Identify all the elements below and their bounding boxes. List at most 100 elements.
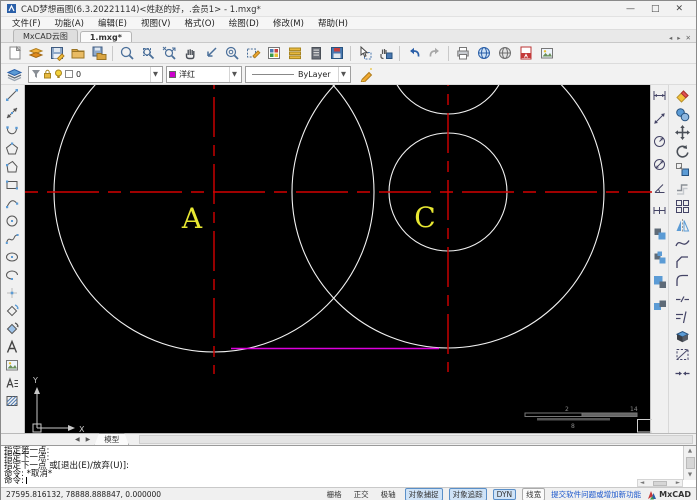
- maximize-button[interactable]: □: [651, 4, 660, 14]
- feedback-link[interactable]: 提交软件问题或增加新功能: [551, 489, 641, 500]
- ellipse-tool-button[interactable]: [4, 249, 20, 265]
- toggle-ortho[interactable]: 正交: [351, 489, 372, 500]
- join-button[interactable]: [674, 365, 691, 382]
- layer-dropdown-arrow-icon[interactable]: ▼: [150, 66, 160, 82]
- scroll-up-icon[interactable]: ▲: [688, 447, 692, 455]
- palette-button[interactable]: [263, 44, 284, 63]
- tab-mxcad-cloud[interactable]: MxCAD云图: [13, 29, 78, 42]
- menu-help[interactable]: 帮助(H): [311, 17, 355, 29]
- copy-button[interactable]: [674, 106, 691, 123]
- scrollbar-thumb[interactable]: [653, 480, 667, 486]
- toggle-otrack[interactable]: 对象追踪: [448, 488, 487, 500]
- color-dropdown-arrow-icon[interactable]: ▼: [229, 66, 239, 82]
- block-insert-tool-button[interactable]: [4, 321, 20, 337]
- open-folder-button[interactable]: [67, 44, 88, 63]
- undo-button[interactable]: [403, 44, 424, 63]
- construction-line-tool-button[interactable]: [4, 105, 20, 121]
- draw-style-button[interactable]: [355, 65, 376, 84]
- line-tool-button[interactable]: [4, 87, 20, 103]
- toggle-osnap[interactable]: 对象捕捉: [404, 488, 443, 500]
- scroll-left-icon[interactable]: ◄: [640, 479, 644, 487]
- text-styles-button[interactable]: [284, 44, 305, 63]
- copy-squares-1-button[interactable]: [652, 226, 668, 242]
- menu-file[interactable]: 文件(F): [5, 17, 48, 29]
- web-publish-button[interactable]: [473, 44, 494, 63]
- dim-continue-button[interactable]: [652, 203, 667, 218]
- minimize-button[interactable]: —: [626, 4, 635, 14]
- command-window[interactable]: 指定第一点: 指定下一点: 指定下一点 或[退出(E)/放弃(U)]: 命令: …: [1, 445, 696, 487]
- menu-modify[interactable]: 修改(M): [266, 17, 311, 29]
- block-create-tool-button[interactable]: [4, 303, 20, 319]
- scroll-down-icon[interactable]: ▼: [688, 471, 692, 479]
- erase-button[interactable]: [674, 87, 691, 104]
- new-file-button[interactable]: [4, 44, 25, 63]
- array-button[interactable]: [674, 198, 691, 215]
- redo-button[interactable]: [424, 44, 445, 63]
- copy-squares-3-button[interactable]: [652, 274, 668, 290]
- menu-function[interactable]: 功能(A): [48, 17, 91, 29]
- toggle-dyn[interactable]: DYN: [492, 489, 517, 500]
- linetype-dropdown-arrow-icon[interactable]: ▼: [338, 66, 348, 82]
- offset-button[interactable]: [674, 180, 691, 197]
- zoom-object-button[interactable]: [221, 44, 242, 63]
- command-horizontal-scrollbar[interactable]: ◄ ►: [637, 479, 683, 487]
- dim-linear-button[interactable]: [652, 88, 667, 103]
- dim-angular-button[interactable]: [652, 180, 667, 195]
- dim-aligned-button[interactable]: [652, 111, 667, 126]
- mtext-tool-button[interactable]: [4, 375, 20, 391]
- zoom-window-button[interactable]: [137, 44, 158, 63]
- chamfer-button[interactable]: [674, 254, 691, 271]
- toggle-polar[interactable]: 极轴: [378, 489, 399, 500]
- web-browse-button[interactable]: [494, 44, 515, 63]
- rotate-button[interactable]: [674, 143, 691, 160]
- export-pdf-button[interactable]: [515, 44, 536, 63]
- copy-squares-4-button[interactable]: [652, 298, 668, 314]
- tab-drawing-1mxg[interactable]: 1.mxg*: [79, 31, 132, 42]
- hatch-tool-button[interactable]: [4, 393, 20, 409]
- explode-button[interactable]: [674, 328, 691, 345]
- layer-select[interactable]: 0 ▼: [28, 65, 163, 83]
- zoom-dynamic-button[interactable]: [158, 44, 179, 63]
- break-button[interactable]: [674, 291, 691, 308]
- save-button[interactable]: [46, 44, 67, 63]
- select-button[interactable]: [354, 44, 375, 63]
- command-vertical-scrollbar[interactable]: ▲ ▼: [683, 446, 696, 480]
- boundary-button[interactable]: [674, 346, 691, 363]
- command-prompt-line[interactable]: 命令:: [4, 477, 680, 486]
- polygon-edit-tool-button[interactable]: [4, 159, 20, 175]
- menu-format[interactable]: 格式(O): [177, 17, 221, 29]
- extend-button[interactable]: [674, 309, 691, 326]
- pan-button[interactable]: [179, 44, 200, 63]
- circle-tool-button[interactable]: [4, 213, 20, 229]
- mirror-button[interactable]: [674, 217, 691, 234]
- scroll-right-icon[interactable]: ►: [676, 479, 680, 487]
- display-save-button[interactable]: [326, 44, 347, 63]
- save-as-button[interactable]: [88, 44, 109, 63]
- ellipse-arc-tool-button[interactable]: [4, 267, 20, 283]
- toggle-grid[interactable]: 栅格: [324, 489, 345, 500]
- move-button[interactable]: [674, 124, 691, 141]
- menu-draw[interactable]: 绘图(D): [222, 17, 266, 29]
- rectangle-tool-button[interactable]: [4, 177, 20, 193]
- layout-prev-icon[interactable]: ◀: [73, 436, 82, 443]
- layout-next-icon[interactable]: ▶: [84, 436, 93, 443]
- tab-close-icon[interactable]: ✕: [686, 34, 691, 42]
- color-select[interactable]: 洋红 ▼: [166, 65, 242, 83]
- menu-view[interactable]: 视图(V): [134, 17, 177, 29]
- annotate-button[interactable]: [242, 44, 263, 63]
- spline-fit-button[interactable]: [674, 235, 691, 252]
- fillet-button[interactable]: [674, 272, 691, 289]
- drawing-canvas[interactable]: A C Y X 2 14 8: [24, 85, 652, 433]
- image-insert-tool-button[interactable]: [4, 357, 20, 373]
- linetype-select[interactable]: ByLayer ▼: [245, 65, 351, 83]
- tab-scroll-left-icon[interactable]: ◂: [669, 34, 672, 42]
- export-image-button[interactable]: [536, 44, 557, 63]
- text-tool-button[interactable]: [4, 339, 20, 355]
- dim-diameter-button[interactable]: [652, 157, 667, 172]
- arc-tool-button[interactable]: [4, 195, 20, 211]
- scale-button[interactable]: [674, 161, 691, 178]
- zoom-extents-button[interactable]: [116, 44, 137, 63]
- canvas-horizontal-scrollbar[interactable]: [139, 435, 693, 444]
- copy-squares-2-button[interactable]: [652, 250, 668, 266]
- edit-button[interactable]: [375, 44, 396, 63]
